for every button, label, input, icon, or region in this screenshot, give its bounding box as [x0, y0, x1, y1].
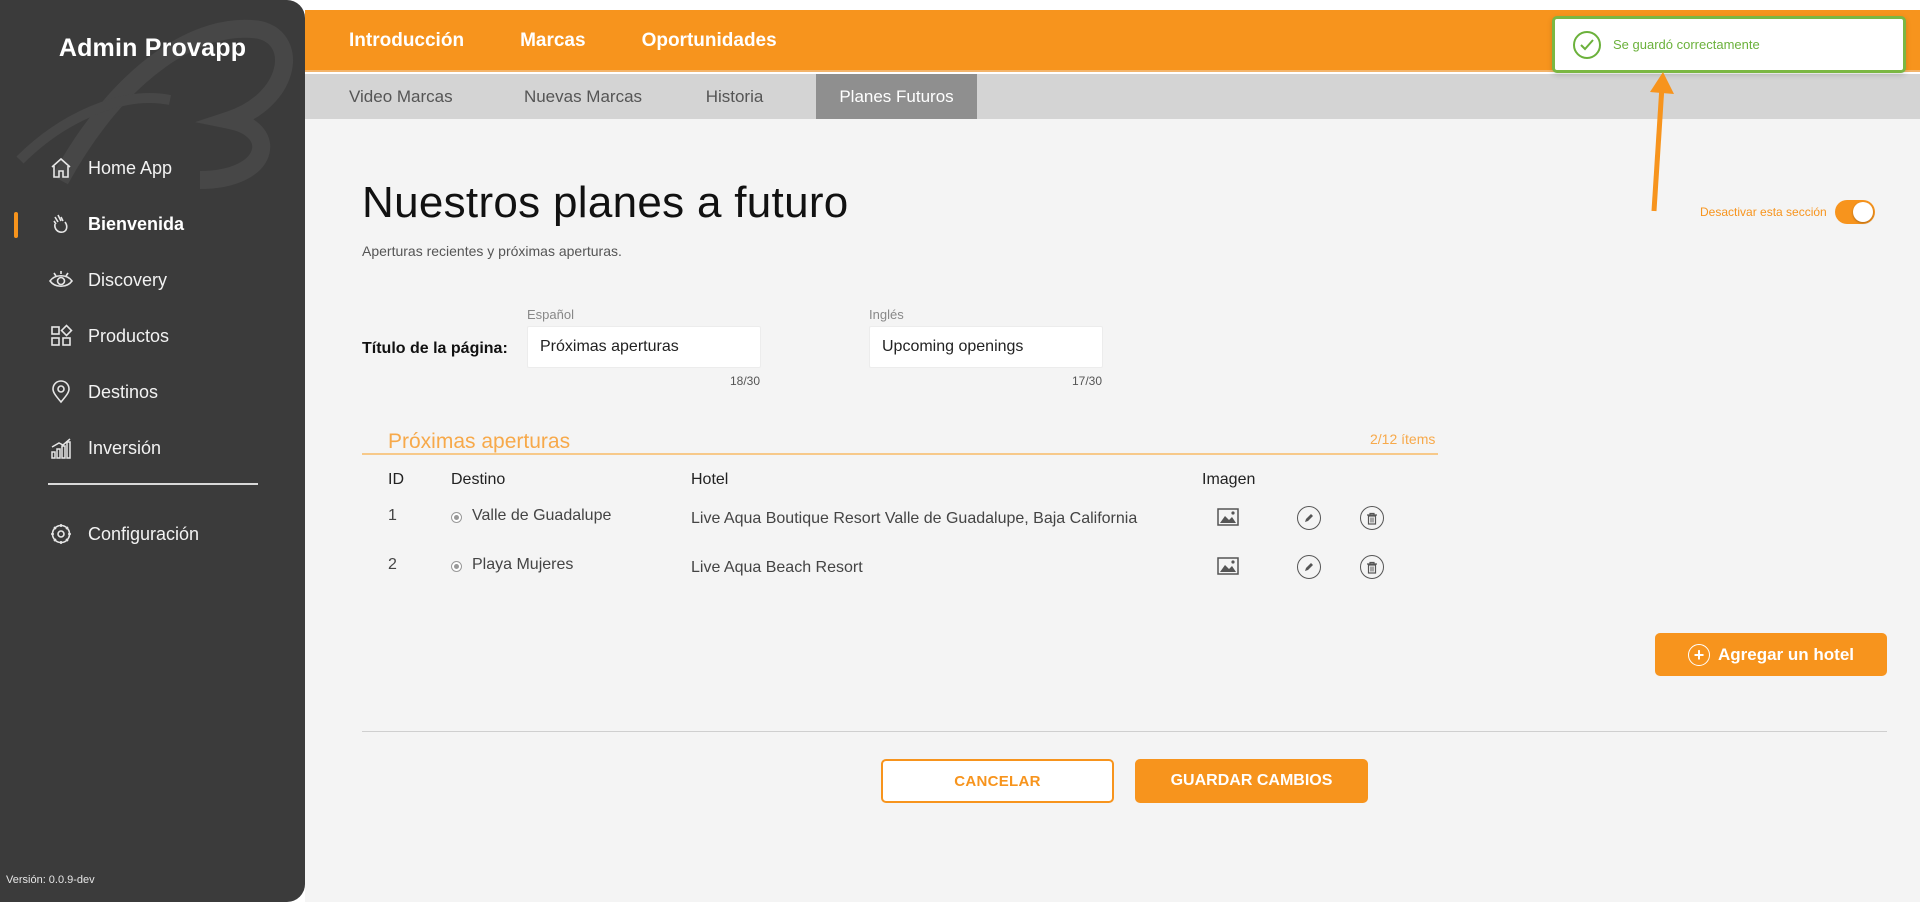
title-english-input[interactable] — [869, 326, 1103, 368]
title-spanish-input[interactable] — [527, 326, 761, 368]
section-toggle-group: Desactivar esta sección — [1700, 200, 1875, 224]
column-header-hotel: Hotel — [691, 471, 729, 488]
subtab-planes-futuros[interactable]: Planes Futuros — [816, 74, 977, 119]
subtab-nuevas-marcas[interactable]: Nuevas Marcas — [513, 74, 653, 119]
plus-circle-icon: + — [1687, 643, 1710, 666]
section-title: Próximas aperturas — [388, 430, 571, 453]
delete-trash-icon[interactable] — [1360, 506, 1384, 530]
sidebar-item-destinos[interactable]: Destinos — [0, 364, 305, 420]
english-char-counter: 17/30 — [1072, 374, 1103, 388]
annotation-arrow-icon — [1650, 72, 1674, 212]
grid-icon — [48, 323, 74, 349]
image-icon[interactable] — [1216, 507, 1240, 527]
sidebar-nav: Home App Bienvenida Discovery Productos … — [0, 140, 305, 476]
cancel-button[interactable]: CANCELAR — [881, 759, 1114, 803]
destination-dot-icon — [451, 512, 462, 523]
row-destino: Playa Mujeres — [472, 556, 574, 573]
edit-pencil-icon[interactable] — [1297, 506, 1321, 530]
section-item-count: 2/12 ítems — [1370, 431, 1436, 447]
sidebar-item-label: Bienvenida — [88, 213, 185, 234]
success-toast: Se guardó correctamente — [1552, 16, 1906, 73]
page-title: Nuestros planes a futuro — [362, 178, 849, 227]
row-id: 2 — [388, 556, 397, 573]
sidebar-item-label: Discovery — [88, 269, 168, 290]
row-hotel: Live Aqua Boutique Resort Valle de Guada… — [691, 510, 1138, 527]
wave-hand-icon — [48, 211, 74, 237]
tab-marcas[interactable]: Marcas — [520, 30, 586, 52]
image-icon[interactable] — [1216, 556, 1240, 576]
save-changes-button[interactable]: GUARDAR CAMBIOS — [1135, 759, 1368, 803]
spanish-label: Español — [527, 307, 574, 322]
column-header-id: ID — [388, 471, 404, 488]
row-id: 1 — [388, 507, 397, 524]
table-row: 1 Valle de Guadalupe Live Aqua Boutique … — [0, 497, 1920, 537]
toast-message: Se guardó correctamente — [1613, 37, 1760, 52]
bar-chart-icon — [48, 435, 74, 461]
sidebar-item-bienvenida[interactable]: Bienvenida — [0, 196, 305, 252]
sidebar-item-inversion[interactable]: Inversión — [0, 420, 305, 476]
sidebar-item-home-app[interactable]: Home App — [0, 140, 305, 196]
sidebar-item-discovery[interactable]: Discovery — [0, 252, 305, 308]
row-destino: Valle de Guadalupe — [472, 507, 612, 524]
add-hotel-label: Agregar un hotel — [1717, 644, 1854, 664]
deactivate-section-toggle[interactable] — [1834, 200, 1875, 224]
sidebar-item-label: Productos — [88, 325, 170, 346]
edit-pencil-icon[interactable] — [1297, 555, 1321, 579]
page-subtitle: Aperturas recientes y próximas aperturas… — [362, 243, 622, 259]
column-header-imagen: Imagen — [1202, 471, 1256, 488]
footer-divider — [362, 731, 1887, 732]
tab-introduccion[interactable]: Introducción — [349, 30, 464, 52]
english-label: Inglés — [869, 307, 904, 322]
delete-trash-icon[interactable] — [1360, 555, 1384, 579]
sidebar-item-label: Inversión — [88, 437, 162, 458]
page-title-field-label: Título de la página: — [362, 340, 508, 357]
column-header-destino: Destino — [451, 471, 506, 488]
table-row: 2 Playa Mujeres Live Aqua Beach Resort — [0, 546, 1920, 586]
section-divider — [362, 453, 1438, 455]
check-circle-icon — [1573, 30, 1601, 59]
add-hotel-button[interactable]: + Agregar un hotel — [1655, 633, 1887, 676]
spanish-char-counter: 18/30 — [730, 374, 761, 388]
tab-oportunidades[interactable]: Oportunidades — [642, 30, 777, 52]
sidebar-item-label: Destinos — [88, 381, 159, 402]
version-label: Versión: 0.0.9-dev — [6, 874, 95, 886]
location-pin-icon — [48, 379, 74, 405]
subtab-historia[interactable]: Historia — [653, 74, 816, 119]
subtab-video-marcas[interactable]: Video Marcas — [305, 74, 513, 119]
home-icon — [48, 155, 74, 181]
toggle-label: Desactivar esta sección — [1700, 205, 1827, 219]
destination-dot-icon — [451, 561, 462, 572]
sidebar-item-productos[interactable]: Productos — [0, 308, 305, 364]
row-hotel: Live Aqua Beach Resort — [691, 559, 863, 576]
app-title: Admin Provapp — [58, 34, 247, 62]
eye-icon — [48, 267, 74, 293]
sidebar-divider — [48, 483, 258, 485]
sidebar-item-label: Home App — [88, 157, 173, 178]
sidebar: Admin Provapp Home App Bienvenida Discov… — [0, 0, 305, 902]
